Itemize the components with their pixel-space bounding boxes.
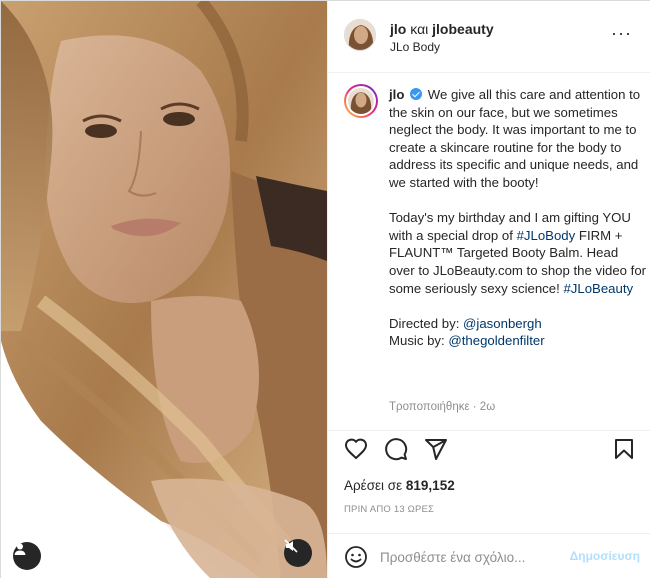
likes-count[interactable]: Αρέσει σε 819,152 <box>344 478 455 493</box>
directed-by-label: Directed by: <box>389 315 464 331</box>
mention-link-thegoldenfilter[interactable]: @thegoldenfilter <box>448 333 544 348</box>
hashtag-link-jlobody[interactable]: #JLoBody <box>517 228 576 243</box>
author-username-link[interactable]: jlo <box>390 21 406 37</box>
hashtag-link-jlobeauty[interactable]: #JLoBeauty <box>563 281 633 296</box>
caption-avatar[interactable] <box>344 84 378 118</box>
tagged-users-button[interactable] <box>13 542 41 570</box>
emoji-icon[interactable] <box>344 545 368 569</box>
authors-joiner: και <box>406 21 433 37</box>
user-icon <box>14 543 26 555</box>
caption-paragraph-2: Today's my birthday and I am gifting YOU… <box>389 209 647 297</box>
post-video[interactable] <box>1 1 327 578</box>
avatar[interactable] <box>344 19 376 51</box>
post-header: jlo και jlobeauty JLo Body ··· <box>328 1 650 73</box>
video-frame-image <box>1 1 327 578</box>
mention-link-jasonbergh[interactable]: @jasonbergh <box>463 316 542 331</box>
post-timestamp[interactable]: ΠΡΙΝ ΑΠΟ 13 ΩΡΕΣ <box>344 504 434 515</box>
caption-section: jlo We give all this care and attention … <box>328 74 650 430</box>
edited-timestamp: Τροποποιήθηκε · 2ω <box>389 401 496 413</box>
post-actions: Αρέσει σε 819,152 ΠΡΙΝ ΑΠΟ 13 ΩΡΕΣ <box>328 430 650 550</box>
caption-text: jlo We give all this care and attention … <box>389 86 647 350</box>
post-authors: jlo και jlobeauty <box>390 21 494 37</box>
collaborator-username-link[interactable]: jlobeauty <box>432 21 493 37</box>
music-by-label: Music by: <box>389 333 449 349</box>
avatar-image <box>348 88 374 114</box>
bookmark-icon[interactable] <box>612 437 636 461</box>
post-subtitle[interactable]: JLo Body <box>390 40 440 54</box>
post-comment-button[interactable]: Δημοσίευση <box>570 549 640 563</box>
avatar-image <box>345 20 375 50</box>
comment-icon[interactable] <box>384 437 408 461</box>
verified-badge-icon <box>410 88 423 100</box>
caption-paragraph-1: We give all this care and attention to t… <box>389 87 641 190</box>
caption-credits: Directed by: @jasonbergh Music by: @theg… <box>389 315 647 350</box>
likes-number: 819,152 <box>405 478 455 493</box>
heart-icon[interactable] <box>344 437 368 461</box>
add-comment-bar: Δημοσίευση <box>328 533 650 578</box>
more-options-button[interactable]: ··· <box>611 24 632 42</box>
likes-label: Αρέσει σε <box>344 478 406 493</box>
post-details-panel: jlo και jlobeauty JLo Body ··· jlo We gi… <box>327 1 650 578</box>
comment-input[interactable] <box>380 544 550 570</box>
caption-username-link[interactable]: jlo <box>389 87 404 102</box>
share-icon[interactable] <box>424 437 448 461</box>
more-horizontal-icon: ··· <box>611 23 632 43</box>
speaker-muted-icon <box>284 539 298 553</box>
post-modal: jlo και jlobeauty JLo Body ··· jlo We gi… <box>0 0 650 578</box>
mute-button[interactable] <box>284 539 312 567</box>
